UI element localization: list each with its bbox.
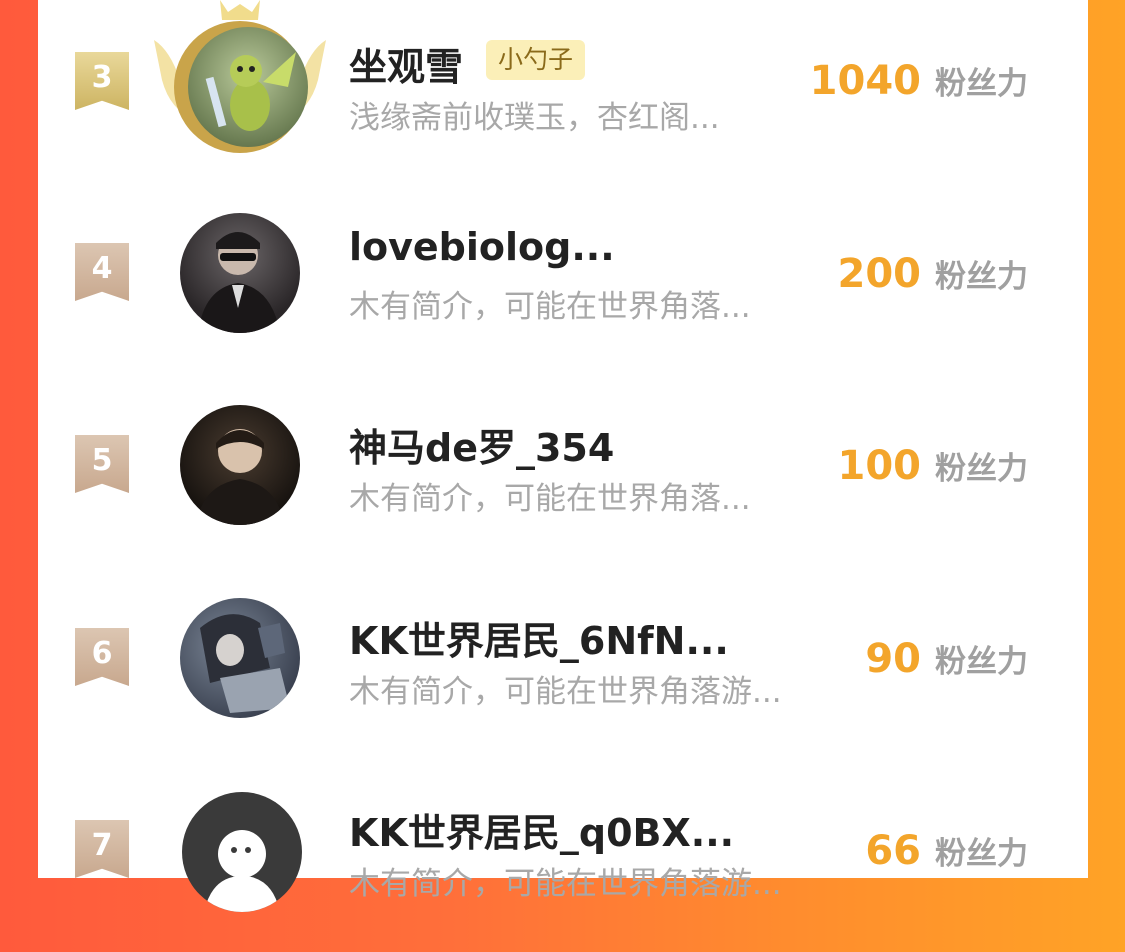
rank-badge: 7: [75, 820, 129, 878]
list-item[interactable]: 3 坐观雪 小勺子 浅缘斋前收璞玉，杏红阁... 1040 粉丝力: [38, 0, 1088, 180]
anime-avatar-image: [200, 614, 290, 713]
rank-badge: 5: [75, 435, 129, 493]
user-bio: 木有简介，可能在世界角落...: [349, 481, 751, 517]
user-bio: 木有简介，可能在世界角落...: [349, 289, 751, 325]
fan-power: 200 粉丝力: [838, 251, 1029, 297]
fan-power: 66 粉丝力: [865, 828, 1028, 874]
fan-power: 1040 粉丝力: [810, 58, 1028, 104]
fan-power: 90 粉丝力: [865, 636, 1028, 682]
user-name[interactable]: lovebiolog...: [349, 225, 615, 269]
rank-number: 3: [91, 59, 113, 95]
avatar[interactable]: [182, 792, 302, 912]
avatar[interactable]: [180, 405, 300, 525]
rank-badge: 3: [75, 52, 129, 110]
rank-badge: 6: [75, 628, 129, 686]
fan-power-value: 90: [865, 636, 921, 682]
rank-number: 5: [91, 442, 113, 478]
user-tag-badge: 小勺子: [486, 40, 586, 80]
list-item[interactable]: 7 KK世界居民_q0BX... 木有简介，可能在世界角落游... 66 粉丝力: [38, 772, 1088, 952]
fan-power-unit: 粉丝力: [935, 836, 1028, 872]
user-bio: 木有简介，可能在世界角落游...: [349, 674, 782, 710]
rank-number: 4: [91, 250, 113, 286]
fan-power-value: 66: [865, 828, 921, 874]
list-item[interactable]: 6 KK世界居民_6NfN... 木有简介，可能在世界角落游... 90 粉丝力: [38, 580, 1088, 760]
fan-power-value: 200: [837, 251, 922, 297]
rank-number: 6: [91, 635, 113, 671]
rank-number: 7: [91, 827, 113, 863]
fan-power: 100 粉丝力: [838, 443, 1029, 489]
user-name[interactable]: KK世界居民_6NfN...: [349, 610, 729, 665]
rank-badge: 4: [75, 243, 129, 301]
person-avatar-image: [198, 232, 280, 333]
user-name[interactable]: 神马de罗_354: [349, 417, 614, 472]
dragon-avatar-image: [205, 52, 296, 131]
avatar[interactable]: [188, 27, 308, 147]
fan-power-unit: 粉丝力: [935, 66, 1028, 102]
avatar[interactable]: [180, 213, 300, 333]
user-bio: 木有简介，可能在世界角落游...: [349, 866, 782, 902]
user-name[interactable]: KK世界居民_q0BX...: [349, 802, 734, 857]
list-item[interactable]: 4 lovebiolog... 木有简介，可能在世界角落... 200 粉丝力: [38, 195, 1088, 375]
fan-power-value: 1040: [809, 58, 921, 104]
default-avatar-icon: [204, 830, 280, 912]
user-name[interactable]: 坐观雪: [349, 36, 463, 91]
person-avatar-image: [196, 429, 284, 525]
fan-power-unit: 粉丝力: [935, 451, 1028, 487]
fan-power-unit: 粉丝力: [935, 644, 1028, 680]
ranking-panel: 3 坐观雪 小勺子 浅缘斋前收璞玉，杏红阁... 1040 粉丝力 4 love…: [38, 0, 1088, 912]
user-bio: 浅缘斋前收璞玉，杏红阁...: [349, 100, 720, 136]
fan-power-value: 100: [837, 443, 922, 489]
fan-power-unit: 粉丝力: [935, 259, 1028, 295]
list-item[interactable]: 5 神马de罗_354 木有简介，可能在世界角落... 100 粉丝力: [38, 387, 1088, 567]
avatar[interactable]: [180, 598, 300, 718]
